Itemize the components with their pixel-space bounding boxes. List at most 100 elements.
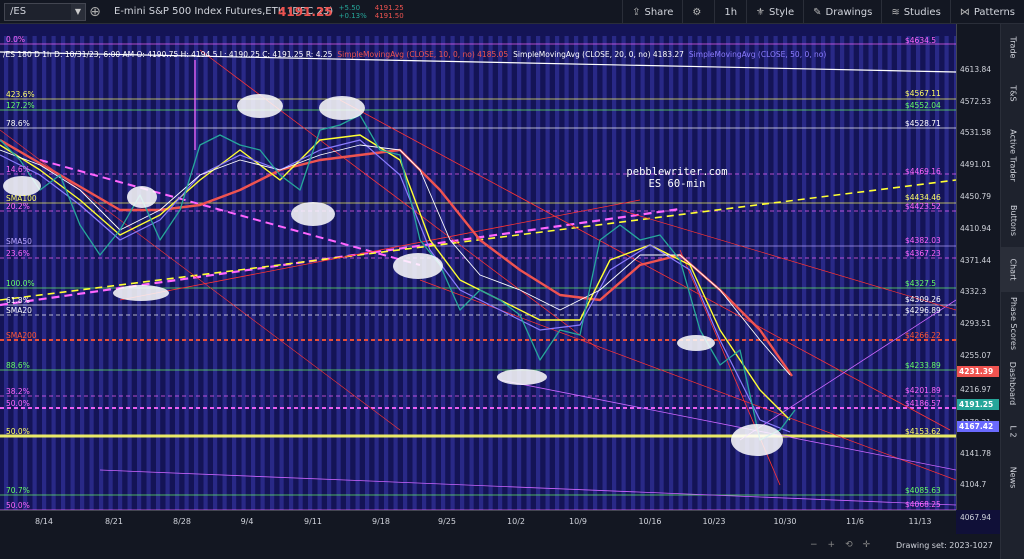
price-axis[interactable]: 4613.84 4572.53 4531.58 4491.01 4450.79 4410.… [956, 24, 1000, 522]
drawing-set-label: Drawing set: 2023-1027 [896, 541, 993, 550]
symbol-selector[interactable]: /ES ▼ [4, 2, 86, 21]
sidebar-tab-label: Dashboard [1008, 361, 1018, 406]
price-tick-label: 4141.78 [960, 449, 992, 458]
sidebar-tab-active-trader[interactable]: Active Trader [1001, 117, 1024, 194]
left-level-label: SMA200 [6, 331, 37, 340]
patterns-button[interactable]: ⋈ Patterns [949, 0, 1024, 24]
crosshair-icon[interactable]: ✛ [863, 540, 871, 550]
right-sidebar: Trade T&S Active Trader Buttons Chart Phase S… [1000, 24, 1024, 559]
left-level-label: 100.0% [6, 279, 35, 288]
session-stripe [365, 36, 370, 510]
bid-value: 4191.25 [374, 3, 404, 12]
ohlc-readout: /ES 180 D 1h D: 10/31/23, 6:00 AM O: 419… [3, 50, 333, 59]
session-stripe [108, 36, 113, 510]
settings-button[interactable]: ⚙ [682, 0, 714, 24]
left-level-label: 78.6% [6, 119, 30, 128]
highlight-ellipse [731, 424, 783, 456]
session-stripe [564, 36, 569, 510]
share-button[interactable]: ⇪ Share [622, 0, 682, 24]
price-tick-label: 4613.84 [960, 65, 992, 74]
style-button[interactable]: ⚜ Style [746, 0, 803, 24]
sidebar-tab-l-2[interactable]: L 2 [1001, 413, 1024, 449]
ask-value: 4191.50 [374, 11, 404, 20]
price-marker: 4167.42 [957, 421, 999, 432]
sidebar-tab-trade[interactable]: Trade [1001, 24, 1024, 70]
watermark: pebblewriter.com ES 60-min [612, 166, 742, 190]
session-stripe [621, 36, 626, 510]
session-stripe [574, 36, 579, 510]
left-level-label: 88.6% [6, 361, 30, 370]
studies-button[interactable]: ≋ Studies [881, 0, 950, 24]
price-tick-label: 4255.07 [960, 351, 992, 360]
drawings-button[interactable]: ✎ Drawings [803, 0, 881, 24]
sidebar-tab-phase-scores[interactable]: Phase Scores [1001, 293, 1024, 354]
highlight-ellipse [113, 285, 169, 301]
right-level-label: $4327.5 [905, 279, 937, 288]
left-level-label: 50.0% [6, 399, 30, 408]
left-level-label: 50.0% [6, 427, 30, 436]
change-value: +5.50 [338, 3, 361, 12]
sidebar-tab-news[interactable]: News [1001, 450, 1024, 504]
highlight-ellipse [677, 335, 715, 351]
price-tick-label: 4491.01 [960, 160, 992, 169]
session-stripe [203, 36, 208, 510]
right-level-label: $4201.89 [905, 386, 941, 395]
instrument-description: E-mini S&P 500 Index Futures,ETH (DEC 23… [114, 6, 334, 17]
sidebar-tab-buttons[interactable]: Buttons [1001, 195, 1024, 246]
time-tick-label: 10/16 [638, 517, 662, 526]
style-icon: ⚜ [756, 6, 765, 18]
time-axis[interactable]: 8/14 8/21 8/28 9/4 9/11 9/18 9/25 10/2 10/9 10/16… [0, 510, 956, 534]
time-tick-label: 10/30 [773, 517, 797, 526]
session-stripe [51, 36, 56, 510]
right-level-label: $4567.11 [905, 89, 941, 98]
right-level-label: $4528.71 [905, 119, 941, 128]
session-stripe [165, 36, 170, 510]
left-level-label: SMA20 [6, 306, 32, 315]
time-tick-label: 9/25 [438, 517, 456, 526]
thinkorswim-chart-window: /ES ▼ ⊕ E-mini S&P 500 Index Futures,ETH… [0, 0, 1024, 559]
highlight-ellipse [127, 186, 157, 208]
zoom-in-icon[interactable]: + [828, 540, 836, 550]
session-stripe [640, 36, 645, 510]
session-stripe [878, 36, 883, 510]
price-marker: 4191.25 [957, 399, 999, 410]
sidebar-tab-label: Buttons [1008, 205, 1018, 236]
session-stripe [555, 36, 560, 510]
session-stripe [384, 36, 389, 510]
right-level-label: $4423.52 [905, 202, 941, 211]
share-icon: ⇪ [632, 6, 641, 18]
add-symbol-icon[interactable]: ⊕ [86, 4, 104, 20]
sidebar-tab-label: Chart [1008, 258, 1018, 281]
price-tick-label: 4572.53 [960, 97, 992, 106]
chevron-down-icon[interactable]: ▼ [71, 3, 85, 20]
right-level-label: $4085.63 [905, 486, 941, 495]
interval-button[interactable]: 1h [714, 0, 746, 24]
price-tick-label: 4104.7 [960, 480, 987, 489]
session-stripe [536, 36, 541, 510]
reset-view-icon[interactable]: ⟲ [845, 540, 853, 550]
price-tick-label: 4410.94 [960, 224, 992, 233]
zoom-out-icon[interactable]: − [810, 540, 818, 550]
sidebar-tab-t-s[interactable]: T&S [1001, 71, 1024, 116]
time-tick-label: 8/28 [173, 517, 191, 526]
sidebar-tab-label: T&S [1008, 85, 1018, 102]
highlight-ellipse [3, 176, 41, 196]
left-level-label: 61.8% [6, 296, 30, 305]
session-stripe [783, 36, 788, 510]
session-stripe [507, 36, 512, 510]
session-stripe [488, 36, 493, 510]
right-level-label: $4153.62 [905, 427, 941, 436]
time-tick-label: 10/9 [569, 517, 587, 526]
pencil-icon: ✎ [813, 6, 822, 18]
chart-canvas[interactable] [0, 24, 956, 510]
price-tick-label: 4531.58 [960, 128, 992, 137]
right-level-label: $4552.04 [905, 101, 941, 110]
right-level-label: $4266.22 [905, 331, 941, 340]
time-tick-label: 8/14 [35, 517, 53, 526]
highlight-ellipse [393, 253, 443, 279]
right-level-label: $4634.5 [905, 36, 937, 45]
price-chart[interactable]: /ES 180 D 1h D: 10/31/23, 6:00 AM O: 419… [0, 24, 956, 510]
sidebar-tab-dashboard[interactable]: Dashboard [1001, 355, 1024, 412]
sidebar-tab-chart[interactable]: Chart [1001, 247, 1024, 292]
session-stripe [99, 36, 104, 510]
